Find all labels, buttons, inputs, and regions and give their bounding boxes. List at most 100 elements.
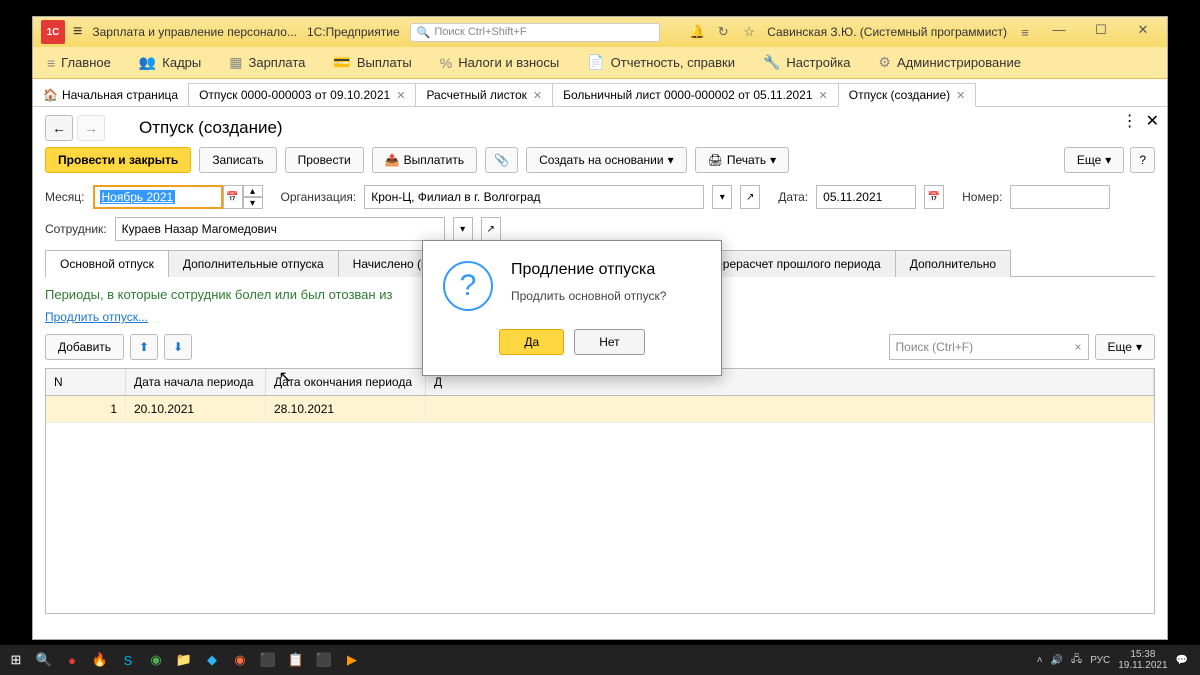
clock-time[interactable]: 15:38 <box>1118 649 1167 660</box>
app-icon-3[interactable]: ⬛ <box>256 648 280 672</box>
search-button[interactable]: 🔍 <box>32 648 56 672</box>
col-end[interactable]: Дата окончания периода <box>266 369 426 395</box>
global-search[interactable]: 🔍 Поиск Ctrl+Shift+F <box>410 23 660 42</box>
opera-icon[interactable]: ● <box>60 648 84 672</box>
close-icon[interactable]: ✕ <box>819 89 828 102</box>
add-button[interactable]: Добавить <box>45 334 124 360</box>
table-row[interactable]: 1 20.10.2021 28.10.2021 <box>46 396 1154 423</box>
table-more-button[interactable]: Еще ▾ <box>1095 334 1155 360</box>
app-icon-5[interactable]: ⬛ <box>312 648 336 672</box>
move-down-button[interactable]: ⬇ <box>164 334 192 360</box>
org-dropdown-button[interactable]: ▾ <box>712 185 732 209</box>
close-icon[interactable]: ✕ <box>533 89 542 102</box>
tab-vacation-1[interactable]: Отпуск 0000-000003 от 09.10.2021✕ <box>188 83 416 106</box>
volume-icon[interactable]: 🔊 <box>1051 655 1063 666</box>
dialog-title: Продление отпуска <box>511 261 666 279</box>
subtab-main[interactable]: Основной отпуск <box>45 250 169 277</box>
page-close-icon[interactable]: ✕ <box>1146 111 1159 131</box>
clear-icon[interactable]: × <box>1075 340 1082 354</box>
menu-reports[interactable]: 📄Отчетность, справки <box>581 50 741 75</box>
dialog-text: Продлить основной отпуск? <box>511 289 666 303</box>
close-icon[interactable]: ✕ <box>396 89 405 102</box>
hamburger-icon[interactable]: ≡ <box>73 23 82 41</box>
chrome-icon[interactable]: ◉ <box>144 648 168 672</box>
emp-open-button[interactable]: ↗ <box>481 217 501 241</box>
skype-icon[interactable]: S <box>116 648 140 672</box>
history-icon[interactable]: ↻ <box>715 24 731 40</box>
org-label: Организация: <box>281 190 357 204</box>
tab-sickleave[interactable]: Больничный лист 0000-000002 от 05.11.202… <box>552 83 839 106</box>
tab-vacation-new[interactable]: Отпуск (создание)✕ <box>838 83 977 107</box>
menu-personnel[interactable]: 👥Кадры <box>133 50 207 75</box>
date-input[interactable]: 05.11.2021 <box>816 185 916 209</box>
forward-button[interactable]: → <box>77 115 105 141</box>
firefox-icon[interactable]: 🔥 <box>88 648 112 672</box>
post-close-button[interactable]: Провести и закрыть <box>45 147 191 173</box>
close-button[interactable]: ✕ <box>1127 22 1159 42</box>
print-button[interactable]: 🖨Печать ▾ <box>695 147 790 173</box>
clip-icon: 📎 <box>494 153 509 167</box>
start-button[interactable]: ⊞ <box>4 648 28 672</box>
minimize-button[interactable]: — <box>1043 22 1075 42</box>
col-start[interactable]: Дата начала периода <box>126 369 266 395</box>
move-up-button[interactable]: ⬆ <box>130 334 158 360</box>
menu-taxes[interactable]: %Налоги и взносы <box>434 51 566 75</box>
calendar-button[interactable]: 📅 <box>223 185 243 209</box>
app-icon[interactable]: ◆ <box>200 648 224 672</box>
chevron-down-icon: ▾ <box>668 153 674 167</box>
app-icon-4[interactable]: 📋 <box>284 648 308 672</box>
pay-button[interactable]: 📤Выплатить <box>372 147 477 173</box>
settings-icon[interactable]: ≡ <box>1017 24 1033 40</box>
month-input[interactable]: Ноябрь 2021 <box>93 185 223 209</box>
tray-up-icon[interactable]: ˄ <box>1037 655 1043 666</box>
menu-admin[interactable]: ⚙Администрирование <box>872 50 1027 75</box>
emp-dropdown-button[interactable]: ▾ <box>453 217 473 241</box>
subtab-recalc[interactable]: Перерасчет прошлого периода <box>692 250 895 277</box>
save-button[interactable]: Записать <box>199 147 276 173</box>
page-menu-icon[interactable]: ⋮ <box>1122 111 1138 131</box>
print-icon: 🖨 <box>708 153 723 167</box>
tab-payslip[interactable]: Расчетный листок✕ <box>415 83 553 106</box>
app-icon-2[interactable]: ◉ <box>228 648 252 672</box>
lang-indicator[interactable]: РУС <box>1090 655 1110 666</box>
network-icon[interactable]: 🖧 <box>1071 652 1082 669</box>
number-input[interactable] <box>1010 185 1110 209</box>
menu-settings[interactable]: 🔧Настройка <box>757 50 856 75</box>
org-input[interactable]: Крон-Ц, Филиал в г. Волгоград <box>364 185 704 209</box>
create-based-button[interactable]: Создать на основании ▾ <box>526 147 687 173</box>
spin-up-button[interactable]: ▴ <box>243 185 263 197</box>
menu-salary[interactable]: ▦Зарплата <box>223 50 311 75</box>
explorer-icon[interactable]: 📁 <box>172 648 196 672</box>
org-open-button[interactable]: ↗ <box>740 185 760 209</box>
app-icon-6[interactable]: ▶ <box>340 648 364 672</box>
table-search[interactable]: Поиск (Ctrl+F) × <box>889 334 1089 360</box>
gear-icon: ⚙ <box>878 54 891 71</box>
tab-home[interactable]: 🏠Начальная страница <box>33 84 188 106</box>
user-name[interactable]: Савинская З.Ю. (Системный программист) <box>767 25 1007 39</box>
clock-date[interactable]: 19.11.2021 <box>1118 660 1167 671</box>
more-button[interactable]: Еще ▾ <box>1064 147 1124 173</box>
notification-icon[interactable]: 💬 <box>1176 655 1188 666</box>
back-button[interactable]: ← <box>45 115 73 141</box>
menu-main[interactable]: ≡Главное <box>41 51 117 75</box>
post-button[interactable]: Провести <box>285 147 364 173</box>
help-button[interactable]: ? <box>1130 147 1155 173</box>
maximize-button[interactable]: ☐ <box>1085 22 1117 42</box>
doc-icon: 📄 <box>587 54 604 71</box>
chevron-down-icon: ▾ <box>1136 340 1142 354</box>
star-icon[interactable]: ☆ <box>741 24 757 40</box>
menu-payments[interactable]: 💳Выплаты <box>327 50 417 75</box>
emp-input[interactable]: Кураев Назар Магомедович <box>115 217 445 241</box>
home-icon: 🏠 <box>43 88 58 102</box>
spin-down-button[interactable]: ▾ <box>243 197 263 209</box>
attach-button[interactable]: 📎 <box>485 147 518 173</box>
no-button[interactable]: Нет <box>574 329 644 355</box>
col-n[interactable]: N <box>46 369 126 395</box>
close-icon[interactable]: ✕ <box>956 89 965 102</box>
date-calendar-button[interactable]: 📅 <box>924 185 944 209</box>
extend-link[interactable]: Продлить отпуск... <box>45 310 148 324</box>
bell-icon[interactable]: 🔔 <box>689 24 705 40</box>
subtab-extra[interactable]: Дополнительно <box>895 250 1011 277</box>
subtab-additional[interactable]: Дополнительные отпуска <box>168 250 339 277</box>
yes-button[interactable]: Да <box>499 329 564 355</box>
